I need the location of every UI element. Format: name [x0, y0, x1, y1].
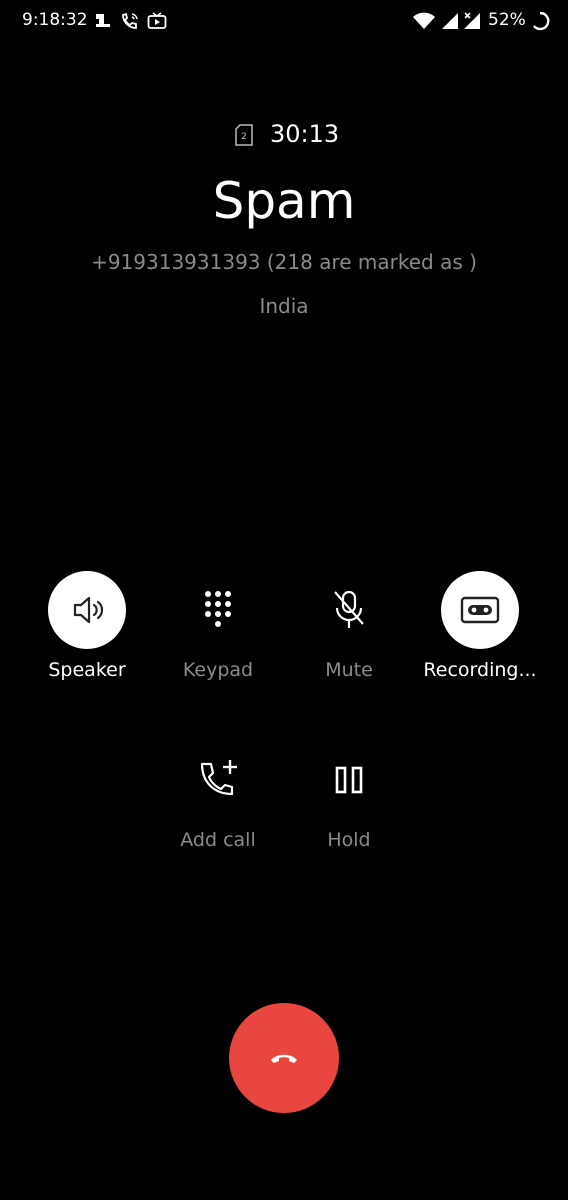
keypad-icon — [205, 591, 231, 627]
keypad-button[interactable]: Keypad — [152, 571, 284, 681]
phone-hangup-icon — [271, 1054, 297, 1063]
mute-toggle[interactable] — [310, 571, 388, 649]
caller-location: India — [259, 294, 309, 318]
mic-off-icon — [334, 590, 364, 628]
recording-label: Recording... — [423, 659, 537, 681]
call-timer-row: 2 30:13 — [0, 118, 568, 152]
sim-slot-number: 2 — [241, 132, 247, 142]
speaker-toggle[interactable] — [48, 571, 126, 649]
keypad-label: Keypad — [182, 659, 254, 681]
add-call-button[interactable]: Add call — [152, 741, 284, 851]
caller-name: Spam — [212, 172, 356, 230]
speaker-label: Speaker — [48, 659, 126, 681]
end-call-button[interactable] — [229, 1003, 339, 1113]
hold-toggle[interactable] — [310, 741, 388, 819]
tv-icon — [147, 12, 167, 29]
signal-icon — [442, 13, 458, 29]
caller-number: +919313931393 (218 are marked as ) — [91, 250, 477, 274]
signal-x-icon — [464, 12, 480, 29]
recording-button[interactable]: Recording... — [414, 571, 546, 681]
add-call-icon — [200, 760, 237, 796]
pause-icon — [335, 766, 363, 794]
battery-percent: 52% — [488, 10, 526, 30]
add-call-label: Add call — [180, 829, 256, 851]
keypad-toggle[interactable] — [179, 571, 257, 649]
in-call-screen: 9:18:32 52% 2 30:13 Spam +919313931393 (… — [0, 0, 568, 1200]
mute-label: Mute — [325, 659, 373, 681]
cassette-icon — [460, 596, 500, 624]
sim-card-icon: 2 — [235, 124, 253, 146]
status-bar: 9:18:32 52% — [0, 0, 568, 44]
add-call-toggle[interactable] — [179, 741, 257, 819]
wifi-call-icon — [122, 12, 138, 29]
battery-charging-icon — [533, 11, 550, 31]
speaker-button[interactable]: Speaker — [21, 571, 153, 681]
call-duration: 30:13 — [270, 120, 340, 148]
hold-button[interactable]: Hold — [283, 741, 415, 851]
speaker-icon — [73, 596, 104, 624]
wifi-icon — [413, 12, 435, 29]
mute-button[interactable]: Mute — [283, 571, 415, 681]
notification-1-icon — [96, 14, 110, 27]
hold-label: Hold — [327, 829, 371, 851]
recording-toggle[interactable] — [441, 571, 519, 649]
status-time: 9:18:32 — [22, 10, 88, 30]
